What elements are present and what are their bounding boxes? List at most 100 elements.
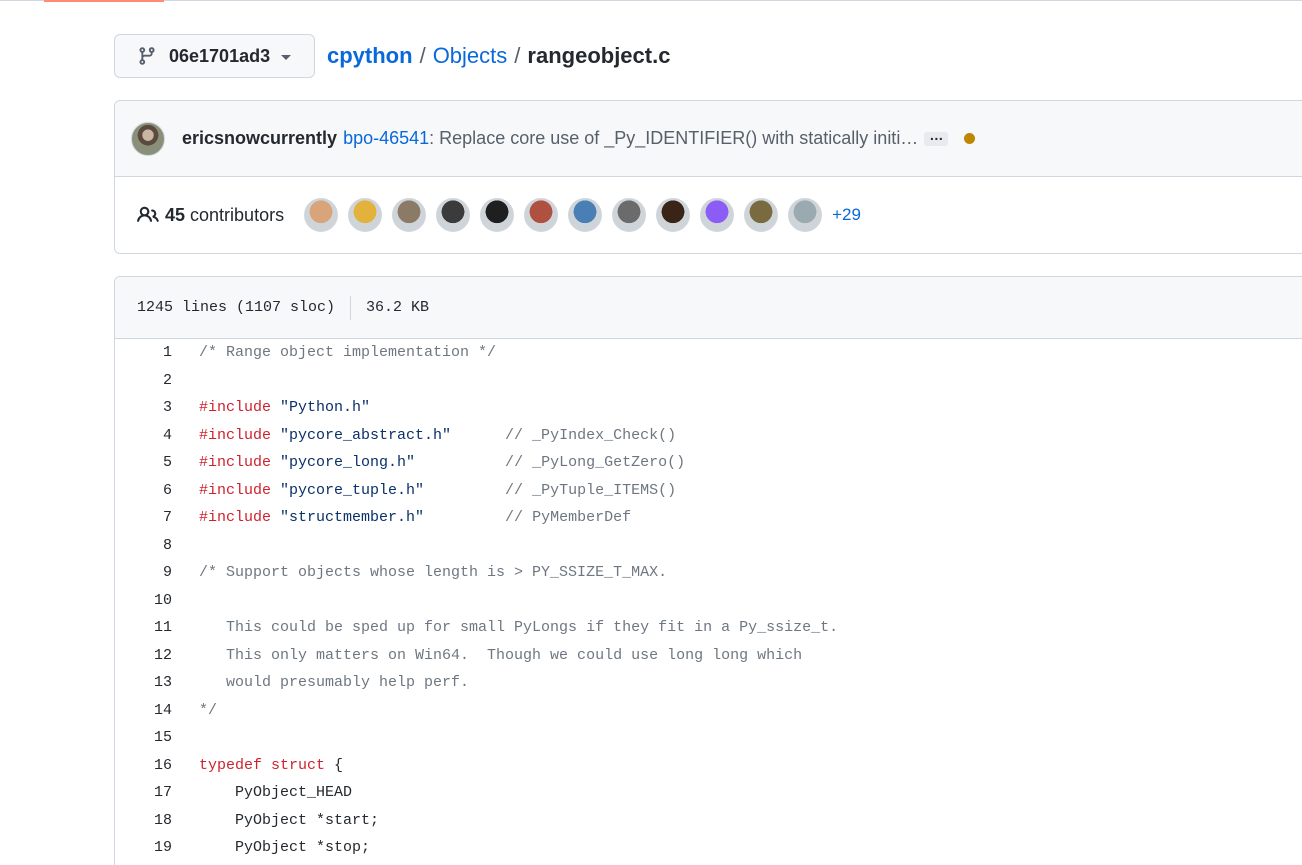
line-source: /* Range object implementation */: [172, 344, 496, 361]
breadcrumb-dir-link[interactable]: Objects: [433, 43, 508, 69]
line-number[interactable]: 4: [115, 427, 172, 444]
code-token: PyObject_HEAD: [199, 784, 353, 802]
line-number[interactable]: 10: [115, 592, 172, 609]
commit-issue-link[interactable]: bpo-46541: [343, 128, 429, 149]
line-number[interactable]: 19: [115, 839, 172, 856]
code-token: This could be sped up for small PyLongs …: [199, 619, 839, 637]
breadcrumb: cpython / Objects / rangeobject.c: [327, 43, 670, 69]
contributor-avatar[interactable]: [348, 198, 383, 232]
code-line: 19 PyObject *stop;: [115, 834, 1302, 862]
breadcrumb-separator: /: [419, 43, 426, 68]
contributor-avatar[interactable]: [656, 198, 691, 232]
code-token: typedef: [199, 756, 263, 774]
code-line: 13 would presumably help perf.: [115, 669, 1302, 697]
line-source: #include "Python.h": [172, 399, 370, 416]
line-source: typedef struct {: [172, 757, 343, 774]
code-token: #include: [199, 454, 272, 472]
code-token: This only matters on Win64. Though we co…: [199, 646, 803, 664]
line-number[interactable]: 18: [115, 812, 172, 829]
branch-selector-button[interactable]: 06e1701ad3: [114, 34, 315, 78]
code-line: 14 */: [115, 697, 1302, 725]
file-size: 36.2 KB: [366, 299, 430, 316]
breadcrumb-file-name: rangeobject.c: [527, 43, 671, 68]
code-line: 7 #include "structmember.h" // PyMemberDe…: [115, 504, 1302, 532]
code-token: PyObject *start;: [199, 811, 380, 829]
code-token: {: [325, 756, 344, 774]
commit-message[interactable]: : Replace core use of _Py_IDENTIFIER() w…: [429, 128, 918, 149]
line-source: #include "pycore_tuple.h" // _PyTuple_IT…: [172, 482, 676, 499]
contributor-avatar[interactable]: [436, 198, 471, 232]
latest-commit-row: ericsnowcurrently bpo-46541 : Replace co…: [115, 101, 1302, 177]
line-number[interactable]: 17: [115, 784, 172, 801]
line-number[interactable]: 9: [115, 564, 172, 581]
line-source: */: [172, 702, 217, 719]
code-token: "pycore_long.h": [271, 454, 416, 472]
more-contributors-link[interactable]: +29: [832, 205, 861, 225]
code-line: 9 /* Support objects whose length is > PY…: [115, 559, 1302, 587]
code-line: 2: [115, 367, 1302, 395]
contributor-avatars: [304, 198, 823, 232]
code-token: "structmember.h": [271, 509, 425, 527]
line-number[interactable]: 11: [115, 619, 172, 636]
code-line: 17 PyObject_HEAD: [115, 779, 1302, 807]
code-line: 6 #include "pycore_tuple.h" // _PyTuple_I…: [115, 477, 1302, 505]
line-source: #include "structmember.h" // PyMemberDef: [172, 509, 631, 526]
line-number[interactable]: 5: [115, 454, 172, 471]
line-source: PyObject_HEAD: [172, 784, 352, 801]
line-number[interactable]: 15: [115, 729, 172, 746]
contributors-count[interactable]: 45: [165, 205, 185, 226]
code-token: // PyMemberDef: [424, 509, 632, 527]
contributor-avatar[interactable]: [568, 198, 603, 232]
line-source: #include "pycore_long.h" // _PyLong_GetZ…: [172, 454, 685, 471]
code-token: "Python.h": [271, 399, 371, 417]
line-number[interactable]: 2: [115, 372, 172, 389]
code-line: 15: [115, 724, 1302, 752]
contributor-avatar[interactable]: [700, 198, 735, 232]
code-token: "pycore_tuple.h": [271, 481, 425, 499]
author-avatar[interactable]: [131, 121, 165, 156]
line-number[interactable]: 14: [115, 702, 172, 719]
top-border: [0, 0, 1302, 1]
line-number[interactable]: 6: [115, 482, 172, 499]
line-source: /* Support objects whose length is > PY_…: [172, 564, 667, 581]
code-token: // _PyLong_GetZero(): [415, 454, 686, 472]
line-number[interactable]: 1: [115, 344, 172, 361]
code-line: 3 #include "Python.h": [115, 394, 1302, 422]
contributor-avatar[interactable]: [480, 198, 515, 232]
line-number[interactable]: 7: [115, 509, 172, 526]
file-header: 1245 lines (1107 sloc) 36.2 KB: [115, 277, 1302, 339]
latest-commit-box: ericsnowcurrently bpo-46541 : Replace co…: [114, 100, 1302, 254]
line-source: This only matters on Win64. Though we co…: [172, 647, 802, 664]
line-number[interactable]: 12: [115, 647, 172, 664]
code-token: PyObject *stop;: [199, 839, 371, 857]
commit-author-link[interactable]: ericsnowcurrently: [182, 128, 337, 149]
code-line: 16 typedef struct {: [115, 752, 1302, 780]
code-token: #include: [199, 509, 272, 527]
code-listing: 1/* Range object implementation */2 3 #inc…: [115, 339, 1302, 862]
contributor-avatar[interactable]: [392, 198, 427, 232]
code-token: /* Support objects whose length is > PY_…: [199, 564, 668, 582]
contributor-avatar[interactable]: [788, 198, 823, 232]
breadcrumb-repo-link[interactable]: cpython: [327, 43, 413, 69]
line-number[interactable]: 8: [115, 537, 172, 554]
people-icon: [137, 206, 159, 222]
code-token: /* Range object implementation */: [199, 344, 497, 362]
branch-name: 06e1701ad3: [169, 45, 271, 66]
contributor-avatar[interactable]: [612, 198, 647, 232]
line-number[interactable]: 13: [115, 674, 172, 691]
contributor-avatar[interactable]: [304, 198, 339, 232]
breadcrumb-separator: /: [514, 43, 521, 68]
line-number[interactable]: 3: [115, 399, 172, 416]
active-tab-underline: [44, 0, 164, 2]
contributor-avatar[interactable]: [744, 198, 779, 232]
contributor-avatar[interactable]: [524, 198, 559, 232]
contributors-label[interactable]: contributors: [190, 205, 284, 226]
line-number[interactable]: 16: [115, 757, 172, 774]
code-line: 1 /* Range object implementation */: [115, 339, 1302, 367]
commit-status-dot[interactable]: [964, 133, 976, 144]
code-token: would presumably help perf.: [199, 674, 470, 692]
git-branch-icon: [139, 47, 155, 65]
code-token: // _PyTuple_ITEMS(): [424, 481, 677, 499]
expand-commit-message-button[interactable]: …: [924, 128, 949, 146]
